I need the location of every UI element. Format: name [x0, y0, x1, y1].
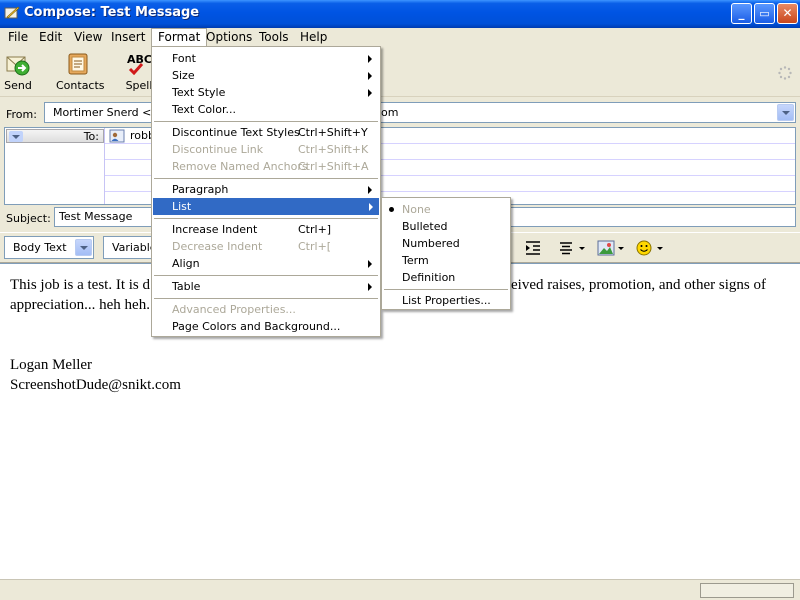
- body-line-1-left: This job is a test. It is d: [10, 277, 150, 293]
- menu-item-remove-named-anchors: Remove Named Anchors Ctrl+Shift+A: [172, 160, 369, 173]
- submenu-arrow-icon: [368, 186, 372, 194]
- menu-item-increase-indent[interactable]: Increase Indent Ctrl+]: [154, 221, 378, 238]
- smiley-icon[interactable]: [636, 240, 666, 256]
- recipient-type-cell: [5, 176, 105, 192]
- message-body-editor[interactable]: This job is a test. It is d eived raises…: [0, 263, 800, 579]
- submenu-arrow-icon: [368, 72, 372, 80]
- recipients-list[interactable]: To: robb: [4, 127, 796, 205]
- list-item-bulleted[interactable]: Bulleted: [384, 218, 508, 235]
- increase-indent-icon[interactable]: [524, 240, 542, 256]
- submenu-arrow-icon: [369, 203, 373, 211]
- menu-separator: [154, 298, 378, 299]
- paragraph-style-select[interactable]: Body Text: [4, 236, 94, 259]
- main-toolbar: Send Contacts ABC Spell: [0, 47, 800, 97]
- menu-item-page-colors[interactable]: Page Colors and Background...: [154, 318, 378, 335]
- insert-image-icon[interactable]: [597, 240, 627, 256]
- menu-separator: [154, 178, 378, 179]
- menu-item-text-color[interactable]: Text Color...: [154, 101, 378, 118]
- menu-separator: [384, 289, 508, 290]
- submenu-arrow-icon: [368, 260, 372, 268]
- send-button[interactable]: Send: [4, 51, 32, 92]
- status-panel: [700, 583, 794, 598]
- font-value: Variable: [112, 241, 157, 254]
- list-item-term[interactable]: Term: [384, 252, 508, 269]
- recipient-type-box: To:: [6, 129, 104, 143]
- menu-item-size[interactable]: Size: [154, 67, 378, 84]
- menu-tools[interactable]: Tools: [253, 28, 295, 47]
- list-submenu: None Bulleted Numbered Term Definition L…: [381, 197, 511, 310]
- contacts-button[interactable]: Contacts: [56, 51, 105, 92]
- menu-item-list[interactable]: List: [153, 198, 379, 215]
- recipient-type-cell: [5, 160, 105, 176]
- compose-icon: [4, 6, 20, 19]
- spell-icon: ABC: [124, 51, 154, 77]
- paragraph-style-value: Body Text: [13, 241, 67, 254]
- submenu-arrow-icon: [368, 283, 372, 291]
- send-icon: [6, 56, 30, 76]
- activity-throbber-icon: [778, 66, 792, 80]
- list-item-definition[interactable]: Definition: [384, 269, 508, 286]
- body-line-2: appreciation... heh heh.: [10, 297, 150, 313]
- menu-options[interactable]: Options: [200, 28, 258, 47]
- recipient-row[interactable]: To: robb: [5, 128, 795, 144]
- contacts-label: Contacts: [56, 79, 105, 92]
- title-bar: Compose: Test Message _ ▭ ✕: [0, 0, 800, 28]
- menu-item-paragraph[interactable]: Paragraph: [154, 181, 378, 198]
- minimize-button[interactable]: _: [731, 3, 752, 24]
- menu-item-discontinue-text-styles[interactable]: Discontinue Text Styles Ctrl+Shift+Y: [154, 124, 378, 141]
- menu-item-advanced-properties: Advanced Properties...: [172, 303, 296, 316]
- menu-separator: [154, 121, 378, 122]
- contact-card-icon: [109, 129, 125, 143]
- body-line-1-right: eived raises, promotion, and other signs…: [511, 277, 766, 293]
- submenu-arrow-icon: [368, 55, 372, 63]
- menu-item-font[interactable]: Font: [154, 50, 378, 67]
- menu-view[interactable]: View: [68, 28, 108, 47]
- recipient-type-arrow-icon[interactable]: [9, 131, 23, 142]
- recipient-type-select[interactable]: To:: [5, 128, 105, 144]
- menu-item-table[interactable]: Table: [154, 278, 378, 295]
- submenu-arrow-icon: [368, 89, 372, 97]
- spell-button[interactable]: ABC Spell: [124, 51, 154, 92]
- maximize-button[interactable]: ▭: [754, 3, 775, 24]
- paragraph-style-arrow-icon[interactable]: [75, 239, 92, 256]
- contacts-icon: [68, 53, 88, 75]
- menu-help[interactable]: Help: [294, 28, 333, 47]
- send-label: Send: [4, 79, 32, 92]
- menu-edit[interactable]: Edit: [33, 28, 68, 47]
- align-menu-icon[interactable]: [558, 240, 588, 256]
- from-label: From:: [6, 108, 37, 121]
- menu-item-align[interactable]: Align: [154, 255, 378, 272]
- spell-label: Spell: [125, 79, 153, 92]
- recipient-type-label: To:: [83, 130, 99, 143]
- from-value-suffix: om: [381, 106, 399, 119]
- menu-file[interactable]: File: [2, 28, 34, 47]
- signature-email: ScreenshotDude@snikt.com: [10, 377, 181, 393]
- menu-insert[interactable]: Insert: [105, 28, 151, 47]
- recipient-row-empty[interactable]: [5, 176, 795, 192]
- recipient-type-cell: [5, 144, 105, 160]
- signature-name: Logan Meller: [10, 357, 93, 373]
- menu-format[interactable]: Format: [151, 28, 208, 47]
- list-item-numbered[interactable]: Numbered: [384, 235, 508, 252]
- menu-item-decrease-indent: Decrease Indent Ctrl+[: [172, 240, 332, 253]
- window-title: Compose: Test Message: [24, 5, 200, 20]
- close-button[interactable]: ✕: [777, 3, 798, 24]
- from-dropdown-arrow-icon[interactable]: [777, 104, 794, 121]
- recipient-row-empty[interactable]: [5, 160, 795, 176]
- recipient-type-cell: [5, 192, 105, 204]
- status-bar: [0, 579, 800, 600]
- menu-item-text-style[interactable]: Text Style: [154, 84, 378, 101]
- format-menu: Font Size Text Style Text Color... Disco…: [151, 46, 381, 337]
- menu-separator: [154, 275, 378, 276]
- subject-label: Subject:: [6, 212, 51, 225]
- menu-separator: [154, 218, 378, 219]
- menu-item-discontinue-link: Discontinue Link Ctrl+Shift+K: [172, 143, 369, 156]
- list-item-properties[interactable]: List Properties...: [384, 292, 508, 309]
- menu-bar: File Edit View Insert Format Options Too…: [0, 28, 800, 47]
- radio-bullet-icon: [389, 207, 394, 212]
- list-item-none: None: [384, 201, 508, 218]
- recipient-row-empty[interactable]: [5, 144, 795, 160]
